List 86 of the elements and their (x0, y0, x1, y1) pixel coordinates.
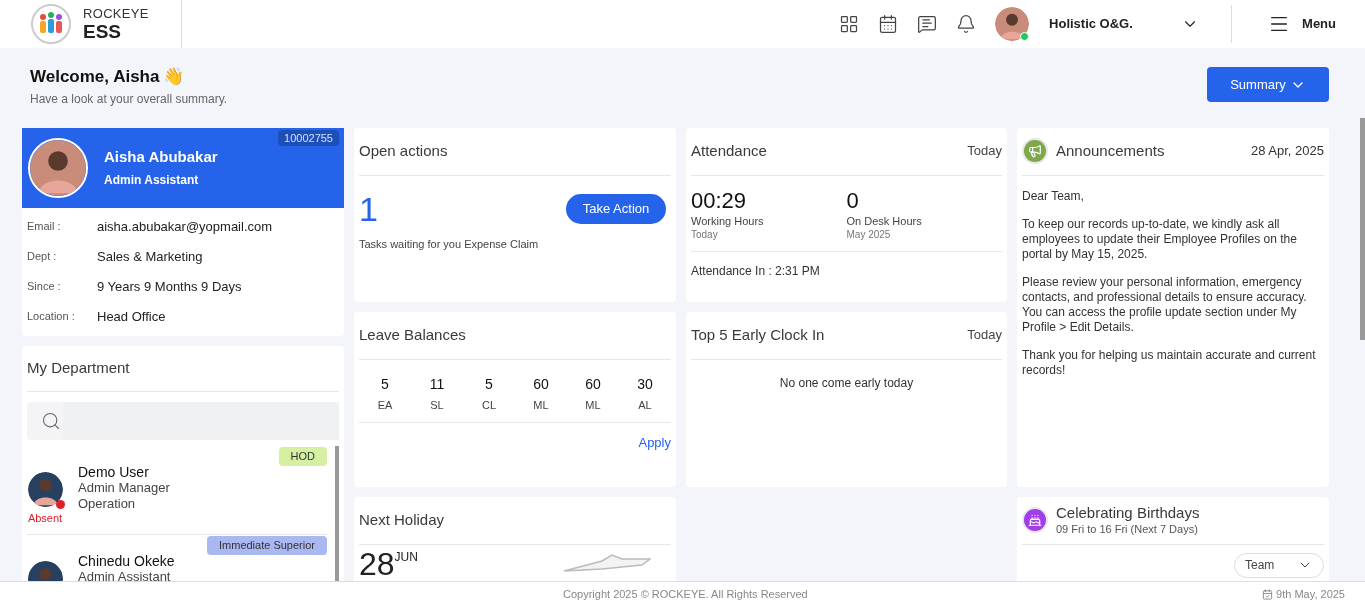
role-tag: HOD (278, 446, 327, 466)
member-search-field[interactable] (27, 402, 339, 440)
attendance-label: Working Hours (691, 214, 765, 228)
welcome-subtitle: Have a look at your overall summary. (30, 90, 228, 108)
calendar-icon (1262, 588, 1274, 600)
leave-type-code: CL (481, 397, 497, 413)
empty-state-message: No one come early today (778, 374, 915, 392)
holiday-day: 28 (359, 547, 395, 580)
copyright-text: Copyright 2025 © ROCKEYE. All Rights Reserved (563, 586, 808, 602)
status-label: Absent (27, 510, 63, 526)
announcement-paragraph: To keep our records up-to-date, we kindly ask all employees to update their Employee Profiles on the portal by May 15, 2025. (1022, 216, 1298, 262)
page-scrollbar[interactable] (1360, 118, 1365, 340)
leave-type-code: SL (430, 397, 444, 413)
member-role: Admin Manager (78, 479, 170, 496)
field-label: Location : (27, 309, 76, 325)
field-label: Dept : (27, 249, 58, 265)
attendance-value: 0 (846, 187, 860, 214)
announcement-date: 28 Apr, 2025 (1251, 142, 1324, 161)
role-tag: Immediate Superior (207, 536, 327, 555)
user-avatar (995, 7, 1030, 41)
member-name: Demo User (78, 463, 150, 480)
summary-button[interactable]: Summary (1207, 67, 1329, 102)
field-value: 9 Years 9 Months 9 Days (97, 277, 242, 296)
field-label: Email : (27, 219, 62, 235)
menu-button[interactable]: Menu (1268, 13, 1336, 35)
leave-type-code: AL (638, 397, 652, 413)
brand-product: ESS (83, 22, 123, 41)
open-actions-count: 1 (359, 191, 378, 226)
leave-type-code: ML (533, 397, 549, 413)
leave-balance-value: 5 (381, 374, 389, 394)
profile-avatar (30, 139, 86, 196)
card-title: My Department (27, 358, 130, 379)
announcement-paragraph: Dear Team, (1022, 188, 1085, 204)
logo-icon (30, 3, 72, 45)
period-label: Today (967, 142, 1002, 161)
leave-balance-value: 5 (485, 374, 493, 394)
card-title: Attendance (691, 140, 767, 161)
announcement-paragraph: Please review your personal information, emergency contacts, and professional details to ensure accuracy. You can access the profile update section under My Profile > Edit Details. (1022, 274, 1308, 335)
cake-icon (1022, 507, 1048, 533)
attendance-period: Today (691, 227, 719, 241)
calendar-icon[interactable] (878, 14, 899, 34)
open-actions-description: Tasks waiting for you Expense Claim (359, 236, 540, 252)
field-label: Since : (27, 279, 62, 295)
member-department: Operation (78, 495, 137, 512)
profile-role: Admin Assistant (104, 171, 200, 189)
footer-date: 9th May, 2025 (1276, 586, 1345, 602)
message-icon[interactable] (917, 14, 938, 34)
attendance-in-time: Attendance In : 2:31 PM (691, 262, 821, 280)
card-title: Announcements (1056, 140, 1165, 161)
apps-grid-icon[interactable] (839, 14, 860, 34)
card-title: Top 5 Early Clock In (691, 324, 825, 345)
attendance-period: May 2025 (846, 227, 892, 241)
field-value: Head Office (97, 307, 166, 326)
leave-balance-value: 60 (585, 374, 601, 394)
leave-type-code: EA (377, 397, 393, 413)
member-avatar (27, 471, 63, 507)
take-action-button[interactable]: Take Action (566, 193, 666, 224)
welcome-title: Welcome, Aisha (30, 66, 160, 88)
field-value: aisha.abubakar@yopmail.com (97, 217, 273, 236)
field-value: Sales & Marketing (97, 247, 203, 266)
company-selector[interactable]: Holistic O&G. (1049, 14, 1200, 34)
card-title: Leave Balances (359, 324, 466, 345)
member-name: Chinedu Okeke (78, 553, 175, 569)
holiday-month: JUN (394, 548, 418, 564)
leave-type-code: ML (585, 397, 601, 413)
megaphone-icon (1022, 138, 1048, 164)
announcement-paragraph: Thank you for helping us maintain accurate and current records! (1022, 347, 1317, 378)
attendance-label: On Desk Hours (846, 214, 923, 228)
card-title: Next Holiday (359, 509, 445, 530)
search-icon (41, 410, 61, 431)
brand-name: ROCKEYE (83, 7, 149, 20)
attendance-value: 00:29 (691, 187, 748, 214)
employee-id-badge: 10002755 (278, 129, 339, 146)
birthday-range: 09 Fri to 16 Fri (Next 7 Days) (1056, 522, 1199, 536)
card-title: Celebrating Birthdays (1056, 504, 1200, 522)
leave-balance-value: 11 (429, 374, 445, 394)
waving-hand-emoji: 👋 (163, 66, 185, 88)
profile-name: Aisha Abubakar (104, 147, 218, 168)
period-label: Today (967, 326, 1002, 345)
bell-icon[interactable] (956, 14, 977, 34)
leave-balance-value: 60 (533, 374, 549, 394)
airplane-icon (563, 553, 651, 572)
apply-link[interactable]: Apply (638, 433, 671, 453)
card-title: Open actions (359, 140, 448, 161)
leave-balance-value: 30 (637, 374, 653, 394)
member-role: Admin Assistant (78, 569, 172, 581)
